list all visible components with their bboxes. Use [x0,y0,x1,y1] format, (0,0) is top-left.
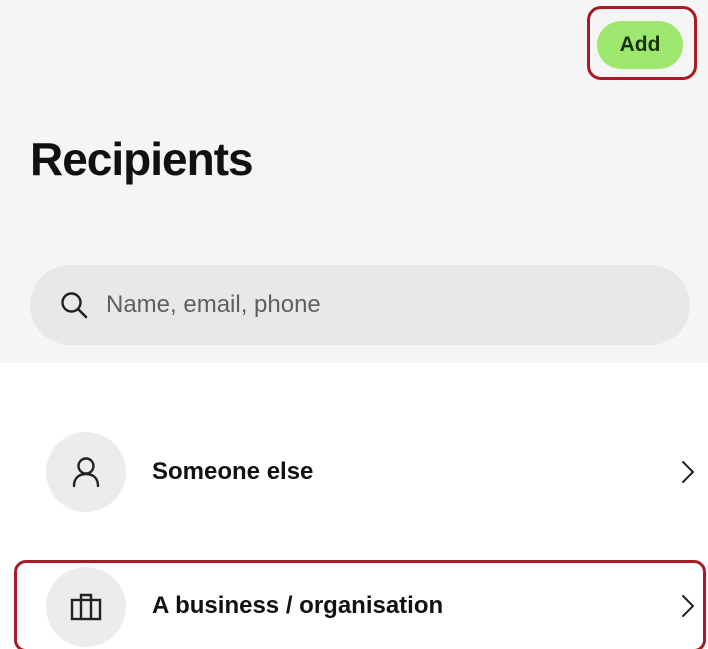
chevron-right-icon [678,592,698,620]
add-button[interactable]: Add [597,21,683,69]
search-input[interactable]: Name, email, phone [30,265,690,345]
recipients-screen: Add Recipients Name, email, phone Someon… [0,0,708,649]
search-icon [58,289,90,321]
option-label: Someone else [152,458,314,485]
search-placeholder: Name, email, phone [106,291,321,318]
briefcase-icon [46,567,126,647]
person-icon [46,432,126,512]
option-someone-else[interactable]: Someone else [14,427,706,517]
page-title: Recipients [30,133,254,185]
chevron-right-icon [678,458,698,486]
option-business-organisation[interactable]: A business / organisation [14,560,706,649]
option-label: A business / organisation [152,592,444,619]
